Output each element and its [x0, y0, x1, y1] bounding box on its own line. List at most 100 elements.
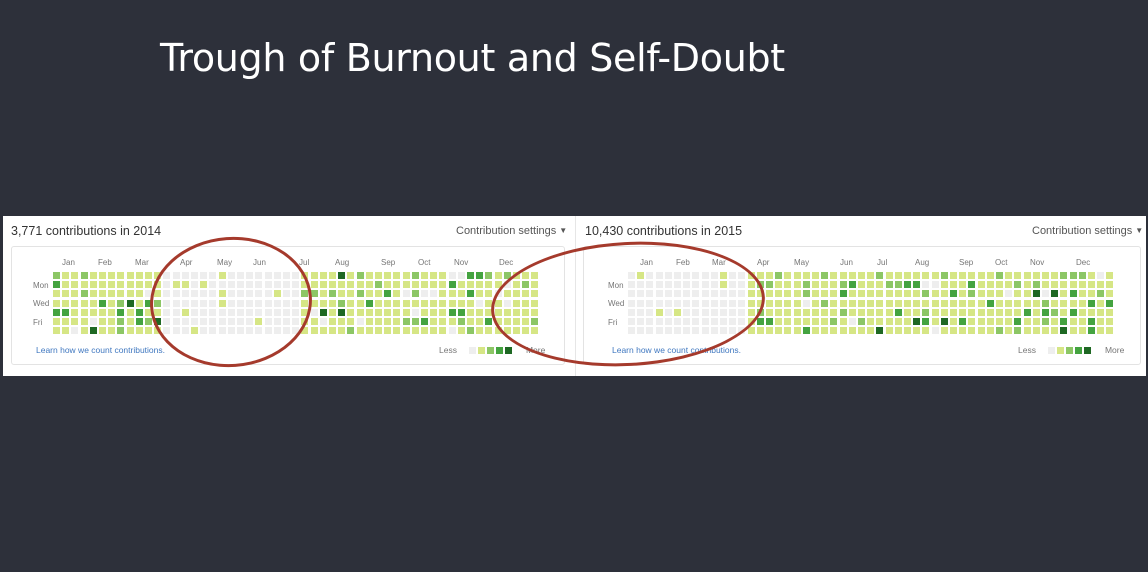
contribution-cell[interactable]	[968, 272, 976, 279]
contribution-cell[interactable]	[1005, 281, 1013, 289]
contribution-cell[interactable]	[1106, 272, 1114, 279]
contribution-cell[interactable]	[1051, 299, 1059, 307]
contribution-cell[interactable]	[89, 299, 97, 307]
contribution-cell[interactable]	[338, 318, 346, 325]
contribution-cell[interactable]	[71, 272, 79, 279]
contribution-cell[interactable]	[421, 290, 428, 298]
contribution-cell[interactable]	[338, 299, 346, 307]
contribution-cell[interactable]	[1023, 272, 1031, 279]
contribution-cell[interactable]	[959, 308, 967, 316]
contribution-cell[interactable]	[402, 308, 410, 316]
contribution-cell[interactable]	[839, 318, 847, 325]
contribution-cell[interactable]	[913, 272, 921, 279]
contribution-cell[interactable]	[384, 318, 392, 325]
contribution-cell[interactable]	[448, 290, 456, 298]
contribution-cell[interactable]	[329, 299, 336, 307]
contribution-cell[interactable]	[821, 327, 829, 335]
contribution-cell[interactable]	[766, 290, 773, 298]
contribution-cell[interactable]	[402, 318, 410, 325]
contribution-cell[interactable]	[802, 299, 810, 307]
contribution-cell[interactable]	[968, 299, 976, 307]
contribution-cell[interactable]	[421, 327, 428, 335]
contribution-cell[interactable]	[950, 290, 957, 298]
contribution-cell[interactable]	[411, 299, 419, 307]
contribution-cell[interactable]	[839, 308, 847, 316]
contribution-cell[interactable]	[802, 272, 810, 279]
contribution-cell[interactable]	[1023, 290, 1031, 298]
contribution-cell[interactable]	[867, 299, 875, 307]
contribution-cell[interactable]	[329, 281, 336, 289]
contribution-cell[interactable]	[784, 327, 792, 335]
contribution-cell[interactable]	[1060, 318, 1068, 325]
contribution-cell[interactable]	[448, 308, 456, 316]
contribution-cell[interactable]	[71, 290, 79, 298]
contribution-cell[interactable]	[876, 327, 884, 335]
contribution-cell[interactable]	[1014, 272, 1022, 279]
contribution-cell[interactable]	[411, 272, 419, 279]
contribution-cell[interactable]	[448, 327, 456, 335]
contribution-cell[interactable]	[439, 327, 447, 335]
contribution-cell[interactable]	[775, 327, 783, 335]
contribution-cell[interactable]	[430, 327, 438, 335]
contribution-cell[interactable]	[766, 272, 773, 279]
contribution-cell[interactable]	[986, 327, 994, 335]
learn-contributions-link-2014[interactable]: Learn how we count contributions.	[36, 345, 165, 355]
contribution-cell[interactable]	[347, 281, 355, 289]
contribution-cell[interactable]	[108, 327, 116, 335]
contribution-cell[interactable]	[1032, 299, 1040, 307]
contribution-cell[interactable]	[338, 327, 346, 335]
contribution-cell[interactable]	[1097, 318, 1105, 325]
contribution-cell[interactable]	[411, 281, 419, 289]
contribution-cell[interactable]	[1078, 327, 1086, 335]
contribution-cell[interactable]	[876, 299, 884, 307]
contribution-cell[interactable]	[126, 327, 134, 335]
contribution-cell[interactable]	[959, 318, 967, 325]
contribution-cell[interactable]	[894, 281, 902, 289]
contribution-cell[interactable]	[1097, 281, 1105, 289]
contribution-cell[interactable]	[1005, 299, 1013, 307]
contribution-cell[interactable]	[1014, 308, 1022, 316]
contribution-cell[interactable]	[858, 299, 865, 307]
contribution-cell[interactable]	[848, 327, 856, 335]
contribution-cell[interactable]	[922, 281, 930, 289]
contribution-cell[interactable]	[922, 308, 930, 316]
contribution-cell[interactable]	[766, 318, 773, 325]
contribution-cell[interactable]	[775, 299, 783, 307]
contribution-cell[interactable]	[393, 272, 401, 279]
contribution-cell[interactable]	[904, 290, 911, 298]
contribution-cell[interactable]	[812, 327, 819, 335]
contribution-cell[interactable]	[319, 281, 327, 289]
contribution-cell[interactable]	[766, 281, 773, 289]
contribution-cell[interactable]	[393, 290, 401, 298]
contribution-cell[interactable]	[319, 272, 327, 279]
contribution-cell[interactable]	[848, 318, 856, 325]
contribution-settings-dropdown-2014[interactable]: Contribution settings ▼	[456, 225, 567, 237]
contribution-cell[interactable]	[894, 299, 902, 307]
contribution-cell[interactable]	[885, 272, 893, 279]
contribution-cell[interactable]	[439, 299, 447, 307]
contribution-cell[interactable]	[812, 272, 819, 279]
contribution-cell[interactable]	[319, 299, 327, 307]
contribution-cell[interactable]	[1051, 290, 1059, 298]
contribution-cell[interactable]	[135, 318, 143, 325]
contribution-cell[interactable]	[977, 281, 985, 289]
contribution-cell[interactable]	[968, 281, 976, 289]
contribution-cell[interactable]	[904, 281, 911, 289]
contribution-cell[interactable]	[457, 272, 465, 279]
contribution-cell[interactable]	[80, 318, 88, 325]
contribution-cell[interactable]	[1042, 318, 1049, 325]
contribution-cell[interactable]	[940, 299, 948, 307]
contribution-cell[interactable]	[1014, 299, 1022, 307]
contribution-cell[interactable]	[793, 327, 801, 335]
contribution-cell[interactable]	[894, 272, 902, 279]
contribution-cell[interactable]	[108, 290, 116, 298]
contribution-cell[interactable]	[848, 272, 856, 279]
contribution-cell[interactable]	[1106, 318, 1114, 325]
contribution-cell[interactable]	[329, 318, 336, 325]
contribution-cell[interactable]	[867, 290, 875, 298]
contribution-cell[interactable]	[940, 318, 948, 325]
contribution-cell[interactable]	[384, 308, 392, 316]
contribution-cell[interactable]	[347, 308, 355, 316]
contribution-cell[interactable]	[821, 272, 829, 279]
contribution-cell[interactable]	[1078, 299, 1086, 307]
